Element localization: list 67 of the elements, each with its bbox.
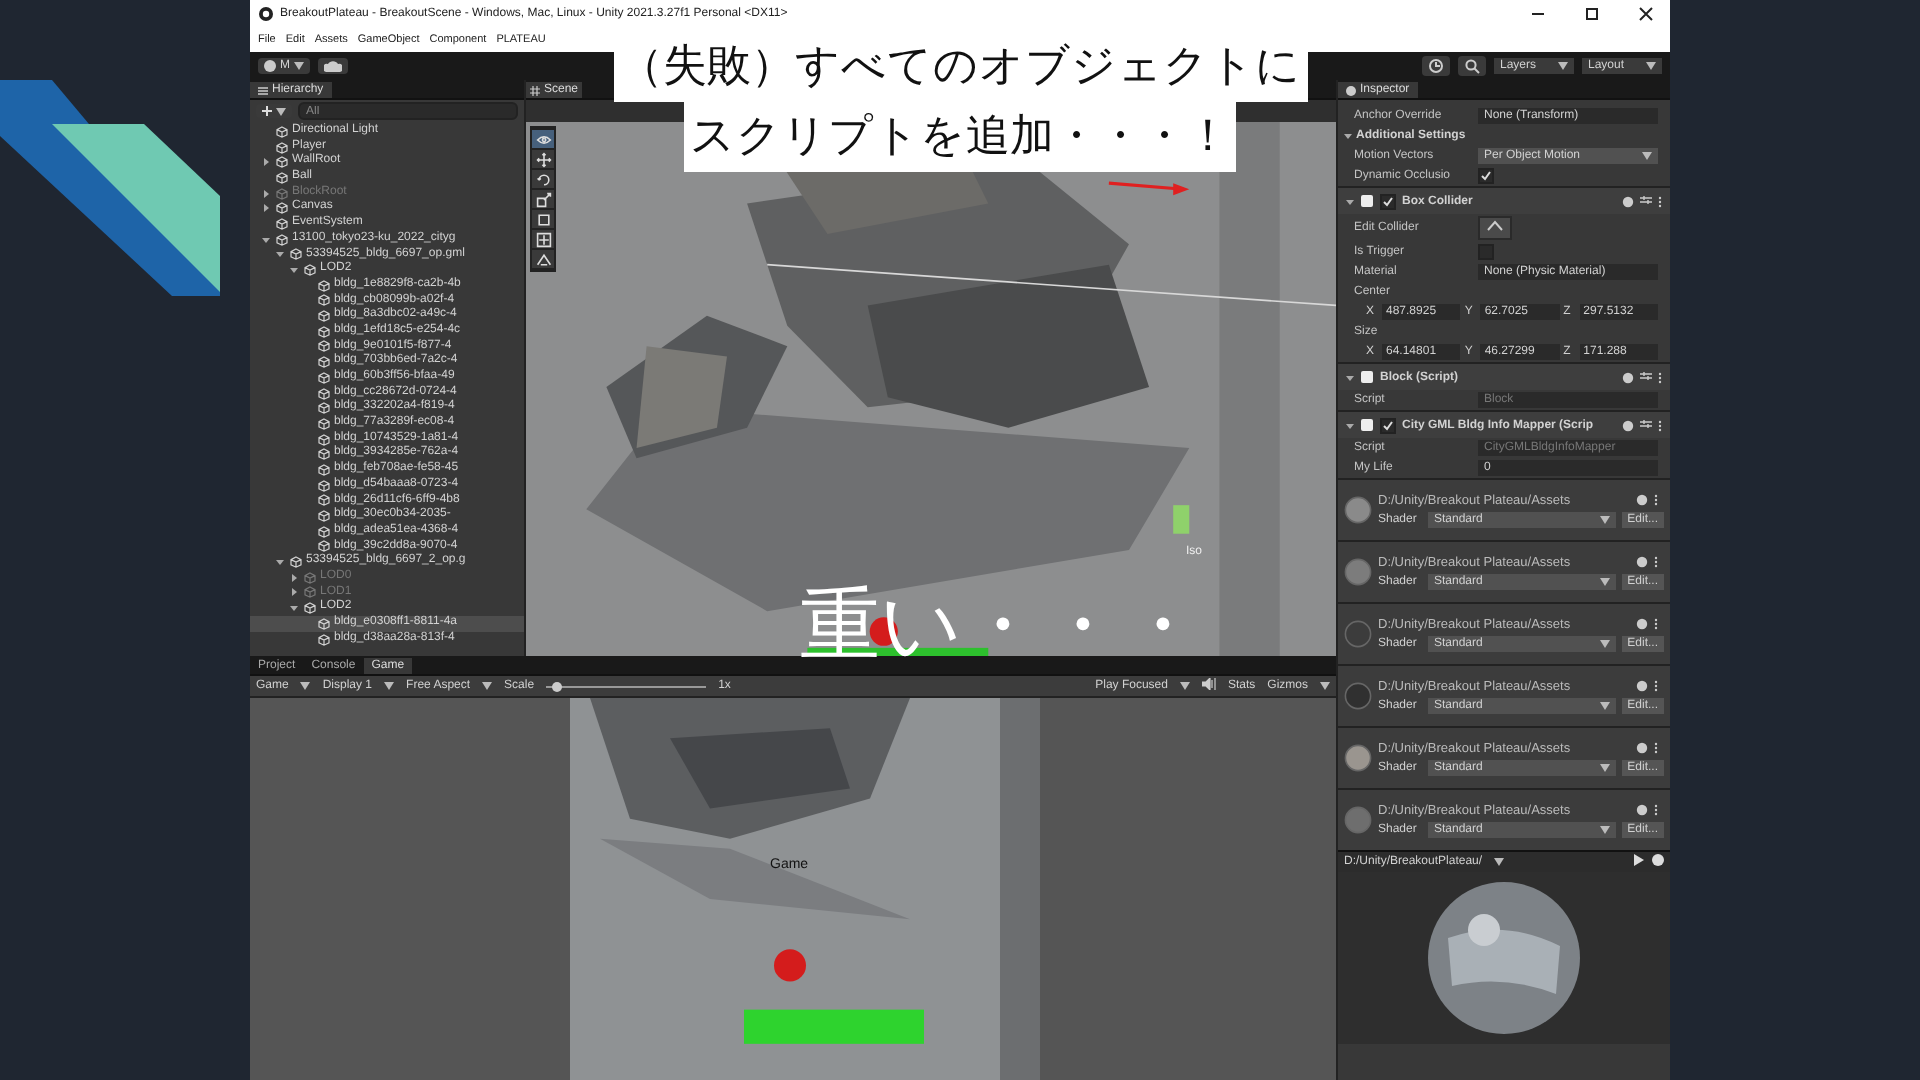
collapsed-arrow-icon[interactable] [262,158,270,167]
checkbox[interactable] [1478,168,1494,184]
expanded-arrow-icon[interactable] [1344,132,1352,140]
caret-icon [1599,577,1610,585]
plus-icon [262,106,272,116]
component-icon [1360,194,1374,208]
checkbox[interactable] [1380,417,1396,433]
component-icon [1360,418,1374,432]
caret-icon [1179,682,1190,690]
checkbox[interactable] [1380,193,1396,209]
grid-icon [530,85,540,95]
caret-icon [1642,152,1652,160]
rect-tool-button[interactable] [532,210,554,228]
cube-icon [276,125,288,138]
material-sphere-icon [1344,496,1372,524]
material-sphere-icon [1344,620,1372,648]
caret-icon [1599,515,1610,523]
view-tool-button[interactable] [532,130,554,148]
caret-icon [276,107,286,115]
search-icon[interactable] [1458,56,1486,76]
menu-icon [258,85,268,95]
caret-icon [1599,763,1610,771]
expanded-arrow-icon[interactable] [1346,373,1354,381]
unity-logo-icon [258,5,274,21]
caret-icon [1646,62,1656,70]
expanded-arrow-icon[interactable] [276,558,284,567]
material-sphere-icon [1344,682,1372,710]
custom-tool-button[interactable] [532,250,554,268]
collapsed-arrow-icon[interactable] [262,204,270,213]
expanded-arrow-icon[interactable] [262,235,270,244]
expanded-arrow-icon[interactable] [290,266,298,275]
material-sphere-icon [1344,744,1372,772]
rotate-tool-button[interactable] [532,170,554,188]
caret-icon [482,682,493,690]
caret-icon [1599,825,1610,833]
caret-icon [1558,62,1568,70]
edit-collider-button[interactable] [1478,216,1512,240]
collider-icon [1486,220,1504,232]
play-icon[interactable] [1632,854,1644,870]
caret-icon [1494,858,1505,866]
move-tool-button[interactable] [532,150,554,168]
mute-audio-icon[interactable] [1201,678,1216,694]
scale-tool-button[interactable] [532,190,554,208]
component-icon [1360,370,1374,384]
expanded-arrow-icon[interactable] [1346,421,1354,429]
preset-icon[interactable] [1640,369,1652,385]
caret-icon [1599,639,1610,647]
material-sphere-icon [1344,806,1372,834]
expanded-arrow-icon[interactable] [276,250,284,259]
add-button[interactable] [256,104,292,118]
transform-tool-button[interactable] [532,230,554,248]
expanded-arrow-icon[interactable] [290,604,298,613]
cloud-icon[interactable] [318,58,348,74]
preset-icon[interactable] [1640,417,1652,433]
history-icon[interactable] [1422,56,1450,76]
expanded-arrow-icon[interactable] [1346,197,1354,205]
caret-icon [294,62,304,70]
sphere-icon[interactable] [1652,854,1664,870]
callout-text: スクリプトを追加・・・！ [684,102,1236,172]
preset-icon[interactable] [1640,193,1652,209]
caption-text: 重い・・・ [800,578,1202,676]
caret-icon [1599,701,1610,709]
material-sphere-icon [1344,558,1372,586]
caret-icon [384,682,395,690]
cube-icon [318,633,330,646]
caret-icon [1320,682,1330,690]
caret-icon [300,682,311,690]
